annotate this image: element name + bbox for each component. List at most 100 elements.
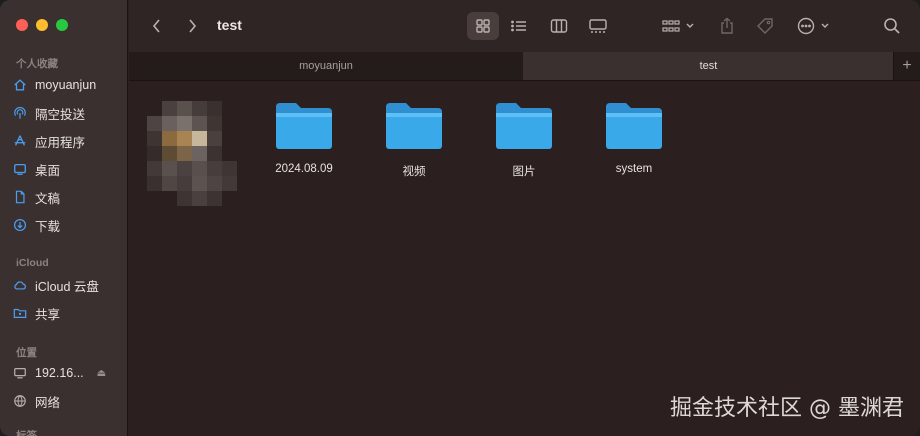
globe-icon <box>12 393 28 409</box>
toolbar: test <box>129 0 920 53</box>
file-browser: 2024.08.09 视频 图片 system 掘金技术社区 @ 墨渊君 <box>129 81 920 436</box>
forward-button[interactable] <box>179 14 205 38</box>
sidebar-item-shared[interactable]: 共享 <box>12 302 122 324</box>
mosaic-cell <box>162 116 177 131</box>
home-icon <box>12 77 28 93</box>
ellipsis-circle-icon <box>797 17 829 35</box>
watermark: 掘金技术社区 @ 墨渊君 <box>670 396 904 421</box>
mosaic-cell <box>177 101 192 116</box>
finder-window: 个人收藏 moyuanjun 隔空投送 应用程序 桌面 文稿 下载 iCloud… <box>0 0 920 436</box>
gallery-view-button[interactable] <box>585 14 611 38</box>
mosaic-cell <box>147 161 162 176</box>
eject-icon[interactable]: ⏏ <box>97 368 106 379</box>
sidebar-item-label: 桌面 <box>35 163 61 178</box>
folder-item[interactable]: system <box>584 101 684 175</box>
sidebar-item-label: 隔空投送 <box>35 107 86 122</box>
sidebar-item-airdrop[interactable]: 隔空投送 <box>12 102 122 124</box>
chevron-right-icon <box>189 19 197 33</box>
sidebar-item-documents[interactable]: 文稿 <box>12 186 122 208</box>
share-button[interactable] <box>714 14 740 38</box>
share-icon <box>721 17 733 34</box>
chevron-left-icon <box>152 19 160 33</box>
sidebar-item-network-host[interactable]: 192.16... ⏏ <box>12 362 122 384</box>
sidebar-item-downloads[interactable]: 下载 <box>12 214 122 236</box>
zoom-button[interactable] <box>56 19 68 31</box>
tag-button[interactable] <box>752 14 778 38</box>
pixelated-image-thumbnail[interactable] <box>147 101 237 206</box>
search-icon <box>884 18 900 34</box>
mosaic-cell <box>147 116 162 131</box>
minimize-button[interactable] <box>36 19 48 31</box>
mosaic-cell <box>207 176 222 191</box>
mosaic-cell <box>222 176 237 191</box>
folder-icon <box>386 103 442 149</box>
mosaic-cell <box>147 131 162 146</box>
group-grid-icon <box>662 20 694 32</box>
tag-icon <box>757 18 773 34</box>
mosaic-cell <box>192 116 207 131</box>
sidebar-item-label: iCloud 云盘 <box>35 279 99 294</box>
mosaic-cell <box>207 161 222 176</box>
mosaic-cell <box>177 176 192 191</box>
sidebar-item-label: 192.16... <box>35 366 84 380</box>
sidebar-item-home[interactable]: moyuanjun <box>12 74 122 96</box>
mosaic-cell <box>192 146 207 161</box>
list-view-button[interactable] <box>506 14 532 38</box>
search-button[interactable] <box>879 14 905 38</box>
folder-item[interactable]: 2024.08.09 <box>254 101 354 175</box>
tab-bar: moyuanjun test + <box>129 52 920 81</box>
tab-moyuanjun[interactable]: moyuanjun <box>129 52 523 80</box>
desktop-icon <box>12 161 28 177</box>
group-by-button[interactable] <box>659 14 699 38</box>
sidebar-item-label: 网络 <box>35 395 61 410</box>
back-button[interactable] <box>144 14 170 38</box>
mosaic-cell <box>207 131 222 146</box>
tab-test[interactable]: test <box>523 52 894 80</box>
section-title-tags: 标签 <box>16 430 37 436</box>
list-icon <box>511 20 526 32</box>
sidebar-item-applications[interactable]: 应用程序 <box>12 130 122 152</box>
window-title: test <box>217 17 242 33</box>
shared-folder-icon <box>12 305 28 321</box>
document-icon <box>12 189 28 205</box>
mosaic-cell <box>162 176 177 191</box>
mosaic-cell <box>177 116 192 131</box>
mosaic-cell <box>147 146 162 161</box>
tab-label: test <box>699 60 718 72</box>
sidebar-item-network[interactable]: 网络 <box>12 390 122 412</box>
mosaic-cell <box>207 101 222 116</box>
sidebar-item-label: 应用程序 <box>35 135 86 150</box>
sidebar-item-icloud-drive[interactable]: iCloud 云盘 <box>12 274 122 296</box>
folder-name: system <box>615 163 653 175</box>
mosaic-cell <box>192 161 207 176</box>
mosaic-cell <box>192 101 207 116</box>
display-icon <box>12 365 28 381</box>
mosaic-cell <box>192 131 207 146</box>
columns-icon <box>550 19 568 33</box>
column-view-button[interactable] <box>546 14 572 38</box>
tab-label: moyuanjun <box>299 60 353 72</box>
window-controls <box>16 19 68 31</box>
mosaic-cell <box>222 161 237 176</box>
mosaic-cell <box>192 176 207 191</box>
close-button[interactable] <box>16 19 28 31</box>
folder-item[interactable]: 视频 <box>364 101 464 179</box>
cloud-icon <box>12 277 28 293</box>
mosaic-cell <box>192 191 207 206</box>
sidebar-item-desktop[interactable]: 桌面 <box>12 158 122 180</box>
more-actions-button[interactable] <box>795 14 837 38</box>
mosaic-cell <box>207 191 222 206</box>
plus-icon: + <box>902 57 912 74</box>
folder-icon <box>606 103 662 149</box>
icon-view-button[interactable] <box>467 12 499 40</box>
new-tab-button[interactable]: + <box>893 52 920 80</box>
applications-icon <box>12 133 28 149</box>
folder-name: 图片 <box>512 166 536 178</box>
folder-icon <box>276 103 332 149</box>
folder-icon <box>496 103 552 149</box>
folder-item[interactable]: 图片 <box>474 101 574 179</box>
sidebar-item-label: moyuanjun <box>35 78 97 92</box>
sidebar-item-label: 共享 <box>35 307 61 322</box>
mosaic-cell <box>162 101 177 116</box>
mosaic-cell <box>177 146 192 161</box>
